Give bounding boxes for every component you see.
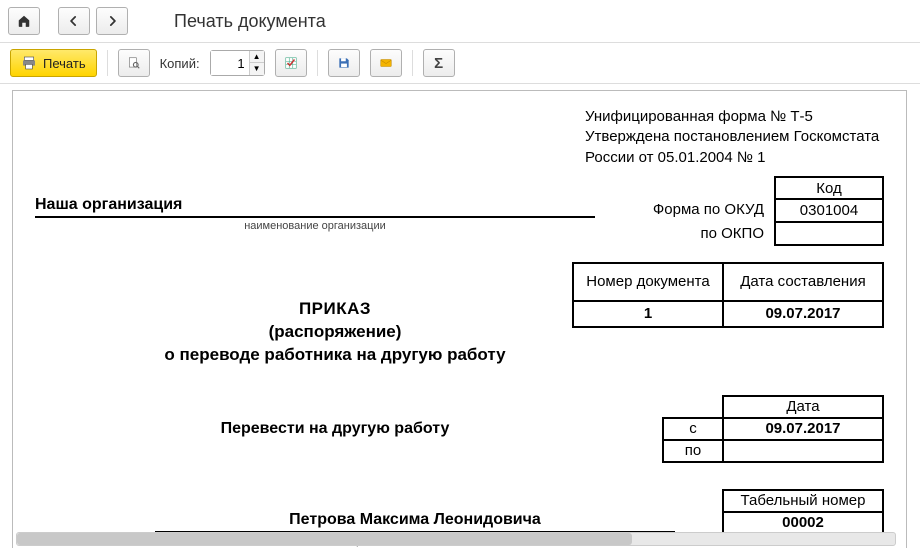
print-button-label: Печать xyxy=(43,56,86,71)
toolbar: Печать Копий: ▲ ▼ Σ xyxy=(0,42,920,84)
horizontal-scrollbar[interactable] xyxy=(16,532,896,546)
preview-button[interactable] xyxy=(118,49,150,77)
to-label: по xyxy=(663,440,723,462)
scrollbar-thumb[interactable] xyxy=(17,533,632,545)
grid-check-icon xyxy=(284,56,298,70)
mail-icon xyxy=(379,56,393,70)
mail-button[interactable] xyxy=(370,49,402,77)
home-icon xyxy=(17,14,31,28)
grid-settings-button[interactable] xyxy=(275,49,307,77)
transfer-row: Перевести на другую работу Дата с 09.07.… xyxy=(35,395,884,463)
sigma-icon: Σ xyxy=(434,55,443,72)
form-line-2: Утверждена постановлением Госкомстата xyxy=(585,127,884,147)
order-title-block: ПРИКАЗ (распоряжение) о переводе работни… xyxy=(75,298,595,367)
order-line-1: ПРИКАЗ xyxy=(75,298,595,321)
organization-name: Наша организация xyxy=(35,196,595,218)
docdate-header: Дата составления xyxy=(723,263,883,301)
date-range-header: Дата xyxy=(723,396,883,418)
title-bar: Печать документа xyxy=(0,0,920,42)
form-header: Унифицированная форма № Т-5 Утверждена п… xyxy=(585,107,884,168)
to-value xyxy=(723,440,883,462)
docnum-table: Номер документа Дата составления 1 09.07… xyxy=(572,262,884,328)
app-window: Печать документа Печать Копий: ▲ ▼ xyxy=(0,0,920,548)
copies-label: Копий: xyxy=(160,56,200,71)
copies-spinner: ▲ ▼ xyxy=(249,51,264,75)
back-button[interactable] xyxy=(58,7,90,35)
form-line-1: Унифицированная форма № Т-5 xyxy=(585,107,884,127)
print-button[interactable]: Печать xyxy=(10,49,97,77)
arrow-left-icon xyxy=(67,14,81,28)
docnum-header: Номер документа xyxy=(573,263,723,301)
okpo-label: по ОКПО xyxy=(701,222,765,246)
okud-label: Форма по ОКУД xyxy=(653,198,764,222)
from-value: 09.07.2017 xyxy=(723,418,883,440)
okpo-value xyxy=(775,222,883,245)
copies-input[interactable] xyxy=(211,51,249,75)
preview-icon xyxy=(127,56,141,70)
document-viewport: Унифицированная форма № Т-5 Утверждена п… xyxy=(0,84,920,548)
printer-icon xyxy=(21,55,37,71)
tabnum-header: Табельный номер xyxy=(723,490,883,512)
document-page: Унифицированная форма № Т-5 Утверждена п… xyxy=(12,90,907,548)
home-button[interactable] xyxy=(8,7,40,35)
spin-down[interactable]: ▼ xyxy=(250,63,264,75)
separator xyxy=(412,50,413,76)
order-line-2: (распоряжение) xyxy=(75,321,595,344)
tabnum-table: Табельный номер 00002 xyxy=(722,489,884,535)
okud-value: 0301004 xyxy=(775,199,883,222)
docdate-value: 09.07.2017 xyxy=(723,301,883,327)
copies-stepper[interactable]: ▲ ▼ xyxy=(210,50,265,76)
save-button[interactable] xyxy=(328,49,360,77)
separator xyxy=(107,50,108,76)
employee-name: Петрова Максима Леонидовича xyxy=(155,511,675,533)
window-title: Печать документа xyxy=(174,11,326,32)
date-range-table: Дата с 09.07.2017 по xyxy=(662,395,884,463)
docnum-value: 1 xyxy=(573,301,723,327)
order-line-3: о переводе работника на другую работу xyxy=(75,344,595,367)
forward-button[interactable] xyxy=(96,7,128,35)
tabnum-value: 00002 xyxy=(723,512,883,534)
save-icon xyxy=(337,56,351,70)
form-line-3: России от 05.01.2004 № 1 xyxy=(585,148,884,168)
from-label: с xyxy=(663,418,723,440)
transfer-label: Перевести на другую работу xyxy=(75,420,595,438)
sigma-button[interactable]: Σ xyxy=(423,49,455,77)
code-table: Код 0301004 xyxy=(774,176,884,246)
spin-up[interactable]: ▲ xyxy=(250,51,264,63)
arrow-right-icon xyxy=(105,14,119,28)
code-header: Код xyxy=(775,177,883,200)
separator xyxy=(317,50,318,76)
